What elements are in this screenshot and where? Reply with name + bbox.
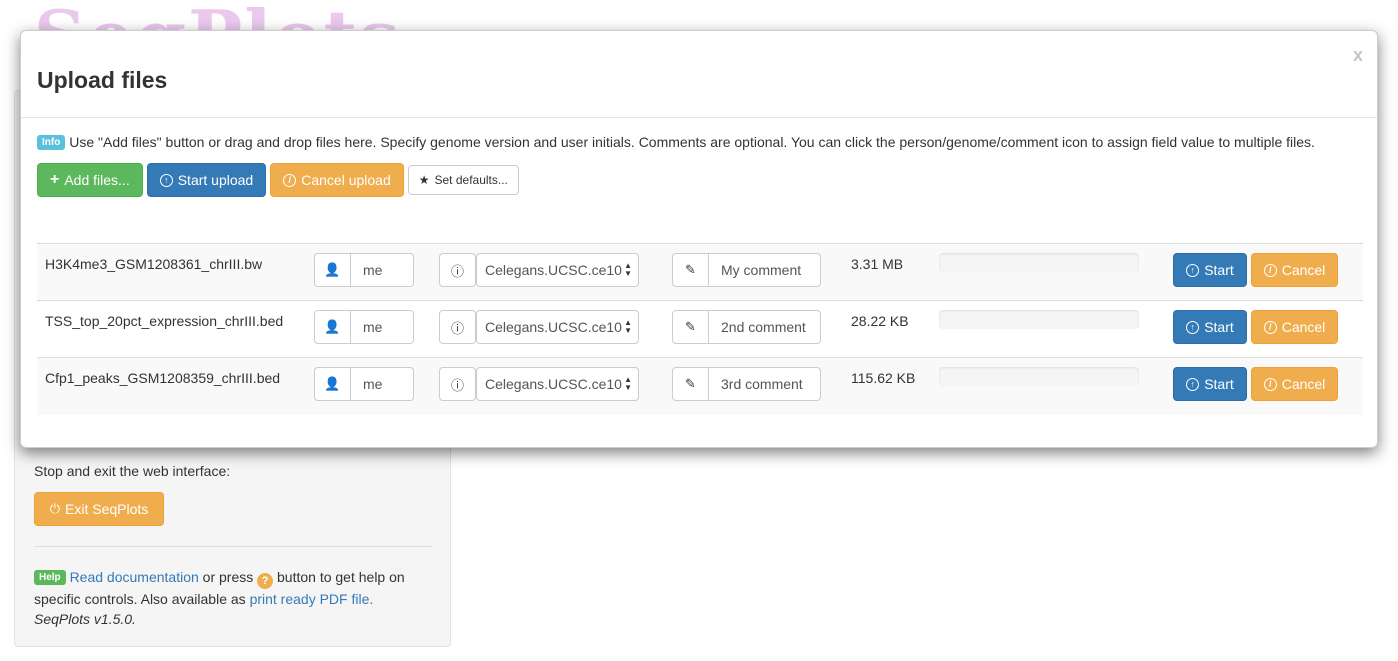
genome-value: Celegans.UCSC.ce10 (485, 376, 622, 392)
upload-arrow-icon: ↑ (1186, 320, 1200, 334)
pencil-icon[interactable]: ✎ (672, 253, 709, 287)
modal-title: Upload files (37, 67, 168, 93)
file-row: H3K4me3_GSM1208361_chrIII.bw 👤 ⓘ Celegan… (37, 244, 1363, 301)
select-arrows-icon: ▲ ▼ (624, 318, 632, 335)
cancel-upload-button[interactable]: / Cancel upload (270, 163, 404, 197)
comment-field[interactable] (709, 253, 821, 287)
ban-icon: / (1263, 377, 1277, 391)
upload-progress-bar (939, 253, 1139, 272)
file-row: TSS_top_20pct_expression_chrIII.bed 👤 ⓘ … (37, 301, 1363, 358)
genome-value: Celegans.UCSC.ce10 (485, 319, 622, 335)
file-name: H3K4me3_GSM1208361_chrIII.bw (45, 256, 263, 272)
info-circle-icon[interactable]: ⓘ (439, 367, 476, 401)
exit-button-label: Exit SeqPlots (65, 501, 149, 517)
genome-select[interactable]: Celegans.UCSC.ce10 ▲ ▼ (476, 367, 639, 401)
cancel-upload-label: Cancel upload (301, 172, 391, 188)
comment-field[interactable] (709, 367, 821, 401)
upload-arrow-icon: ↑ (159, 173, 173, 187)
exit-seqplots-button[interactable]: ⏻ Exit SeqPlots (34, 492, 164, 526)
genome-input-group: ⓘ Celegans.UCSC.ce10 ▲ ▼ (439, 253, 639, 287)
upload-files-modal: Upload files x Info Use "Add files" butt… (20, 30, 1378, 448)
info-line: Info Use "Add files" button or drag and … (37, 134, 1315, 150)
upload-progress-bar (939, 367, 1139, 386)
select-arrows-icon: ▲ ▼ (624, 261, 632, 278)
file-size: 28.22 KB (851, 313, 909, 329)
power-icon: ⏻ (49, 501, 61, 516)
start-label: Start (1204, 319, 1234, 335)
genome-select[interactable]: Celegans.UCSC.ce10 ▲ ▼ (476, 253, 639, 287)
start-upload-label: Start upload (177, 172, 254, 188)
comment-input-group: ✎ (672, 253, 821, 287)
ban-icon: / (283, 173, 297, 187)
file-name: TSS_top_20pct_expression_chrIII.bed (45, 313, 284, 329)
set-defaults-label: Set defaults... (434, 173, 508, 187)
info-badge: Info (37, 135, 66, 150)
info-circle-icon[interactable]: ⓘ (439, 310, 476, 344)
user-input-group: 👤 (314, 367, 414, 401)
comment-field[interactable] (709, 310, 821, 344)
pdf-link[interactable]: print ready PDF file. (250, 591, 374, 607)
file-row: Cfp1_peaks_GSM1208359_chrIII.bed 👤 ⓘ Cel… (37, 358, 1363, 415)
pencil-icon[interactable]: ✎ (672, 367, 709, 401)
divider (34, 546, 432, 547)
cancel-file-button[interactable]: / Cancel (1251, 253, 1338, 287)
ban-icon: / (1263, 263, 1277, 277)
help-badge: Help (34, 570, 66, 585)
genome-value: Celegans.UCSC.ce10 (485, 262, 622, 278)
modal-header: Upload files x (21, 31, 1377, 118)
exit-prompt: Stop and exit the web interface: (34, 463, 231, 479)
start-file-button[interactable]: ↑ Start (1173, 253, 1247, 287)
upload-arrow-icon: ↑ (1186, 377, 1200, 391)
set-defaults-button[interactable]: ★ Set defaults... (407, 165, 519, 195)
help-text-block: Help Read documentation or press ? butto… (34, 567, 434, 629)
add-files-label: Add files... (64, 172, 130, 188)
genome-select[interactable]: Celegans.UCSC.ce10 ▲ ▼ (476, 310, 639, 344)
user-input-group: 👤 (314, 253, 414, 287)
plus-icon: + (50, 171, 60, 188)
cancel-label: Cancel (1281, 319, 1326, 335)
info-text: Use "Add files" button or drag and drop … (69, 134, 1315, 150)
file-name: Cfp1_peaks_GSM1208359_chrIII.bed (45, 370, 281, 386)
genome-input-group: ⓘ Celegans.UCSC.ce10 ▲ ▼ (439, 310, 639, 344)
start-label: Start (1204, 376, 1234, 392)
pencil-icon[interactable]: ✎ (672, 310, 709, 344)
cancel-file-button[interactable]: / Cancel (1251, 367, 1338, 401)
file-size: 3.31 MB (851, 256, 904, 272)
comment-input-group: ✎ (672, 367, 821, 401)
cancel-label: Cancel (1281, 262, 1326, 278)
version-text: SeqPlots v1.5.0. (34, 611, 136, 627)
comment-input-group: ✎ (672, 310, 821, 344)
start-label: Start (1204, 262, 1234, 278)
user-field[interactable] (351, 310, 414, 344)
ban-icon: / (1263, 320, 1277, 334)
select-arrows-icon: ▲ ▼ (624, 375, 632, 392)
start-file-button[interactable]: ↑ Start (1173, 367, 1247, 401)
add-files-button[interactable]: + Add files... (37, 163, 143, 197)
read-documentation-link[interactable]: Read documentation (70, 569, 199, 585)
start-file-button[interactable]: ↑ Start (1173, 310, 1247, 344)
info-circle-icon[interactable]: ⓘ (439, 253, 476, 287)
file-list: H3K4me3_GSM1208361_chrIII.bw 👤 ⓘ Celegan… (37, 243, 1363, 415)
question-icon: ? (257, 573, 274, 589)
upload-arrow-icon: ↑ (1186, 263, 1200, 277)
user-field[interactable] (351, 367, 414, 401)
user-icon[interactable]: 👤 (314, 367, 351, 401)
genome-input-group: ⓘ Celegans.UCSC.ce10 ▲ ▼ (439, 367, 639, 401)
file-size: 115.62 KB (851, 370, 916, 386)
cancel-file-button[interactable]: / Cancel (1251, 310, 1338, 344)
user-icon[interactable]: 👤 (314, 310, 351, 344)
upload-toolbar: + Add files... ↑ Start upload / Cancel u… (37, 163, 519, 197)
user-input-group: 👤 (314, 310, 414, 344)
user-field[interactable] (351, 253, 414, 287)
close-icon[interactable]: x (1353, 45, 1363, 66)
user-icon[interactable]: 👤 (314, 253, 351, 287)
cancel-label: Cancel (1281, 376, 1326, 392)
start-upload-button[interactable]: ↑ Start upload (146, 163, 267, 197)
help-text-part1: or press (198, 569, 258, 585)
star-icon: ★ (418, 173, 430, 187)
upload-progress-bar (939, 310, 1139, 329)
